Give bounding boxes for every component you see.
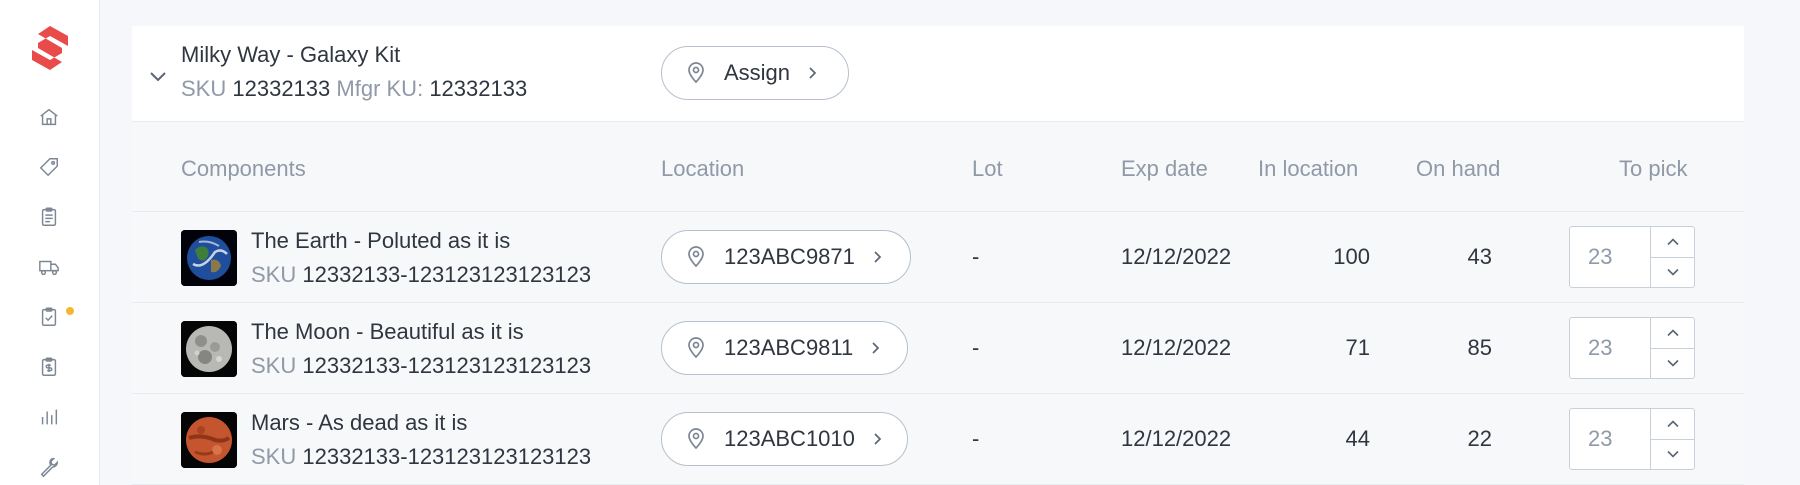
clipboard-dollar-icon[interactable] bbox=[36, 354, 62, 380]
increment-button[interactable] bbox=[1651, 409, 1694, 439]
in-location-value: 71 bbox=[1345, 335, 1370, 360]
lot-value: - bbox=[972, 244, 980, 269]
on-hand-value: 43 bbox=[1467, 244, 1492, 269]
chevron-down-icon bbox=[1666, 360, 1679, 367]
chevron-right-icon bbox=[872, 342, 880, 354]
home-icon[interactable] bbox=[36, 104, 62, 130]
chevron-up-icon bbox=[1666, 238, 1679, 245]
on-hand-value: 22 bbox=[1467, 426, 1492, 451]
decrement-button[interactable] bbox=[1651, 347, 1694, 379]
kit-sku: SKU 12332133 Mfgr KU: 12332133 bbox=[181, 76, 527, 102]
sku-value: 12332133-123123123123123 bbox=[302, 353, 592, 378]
header-components: Components bbox=[181, 156, 306, 181]
header-in-location: In location bbox=[1258, 156, 1359, 181]
clipboard-check-icon[interactable] bbox=[36, 304, 62, 330]
mfgr-label: Mfgr KU: bbox=[336, 76, 424, 101]
decrement-button[interactable] bbox=[1651, 256, 1694, 288]
header-on-hand: On hand bbox=[1416, 156, 1501, 181]
quantity-stepper bbox=[1569, 317, 1695, 379]
chevron-down-icon bbox=[1666, 451, 1679, 458]
notification-dot bbox=[66, 307, 74, 315]
sku-value: 12332133-123123123123123 bbox=[302, 444, 592, 469]
truck-icon[interactable] bbox=[36, 254, 62, 280]
chevron-up-icon bbox=[1666, 329, 1679, 336]
to-pick-input[interactable] bbox=[1570, 227, 1650, 287]
sku-label: SKU bbox=[251, 262, 297, 287]
in-location-value: 100 bbox=[1333, 244, 1370, 269]
chevron-right-icon bbox=[874, 433, 882, 445]
item-sku: SKU 12332133-123123123123123 bbox=[251, 262, 591, 288]
table-row: The Earth - Poluted as it is SKU 1233213… bbox=[132, 212, 1744, 303]
mars-image bbox=[181, 412, 237, 468]
table-header: Components Location Lot Exp date In loca… bbox=[132, 122, 1744, 212]
exp-date-value: 12/12/2022 bbox=[1121, 426, 1232, 451]
sku-label: SKU bbox=[251, 444, 297, 469]
kit-card: Milky Way - Galaxy Kit SKU 12332133 Mfgr… bbox=[132, 26, 1744, 485]
item-sku: SKU 12332133-123123123123123 bbox=[251, 444, 591, 470]
assign-button[interactable]: Assign bbox=[661, 46, 849, 100]
clipboard-icon[interactable] bbox=[36, 204, 62, 230]
chevron-down-icon[interactable] bbox=[146, 64, 170, 88]
moon-image bbox=[181, 321, 237, 377]
item-name: The Moon - Beautiful as it is bbox=[251, 319, 524, 344]
decrement-button[interactable] bbox=[1651, 438, 1694, 470]
quantity-stepper bbox=[1569, 226, 1695, 288]
bar-chart-icon[interactable] bbox=[36, 404, 62, 430]
location-pin-icon bbox=[688, 246, 704, 268]
to-pick-input[interactable] bbox=[1570, 318, 1650, 378]
location-code: 123ABC1010 bbox=[724, 426, 855, 451]
to-pick-input[interactable] bbox=[1570, 409, 1650, 469]
increment-button[interactable] bbox=[1651, 227, 1694, 257]
tag-icon[interactable] bbox=[36, 154, 62, 180]
location-code: 123ABC9811 bbox=[724, 335, 854, 360]
sidebar bbox=[0, 0, 100, 485]
chevron-right-icon bbox=[874, 251, 882, 263]
table-row: The Moon - Beautiful as it is SKU 123321… bbox=[132, 303, 1744, 394]
in-location-value: 44 bbox=[1345, 426, 1370, 451]
sku-value: 12332133 bbox=[232, 76, 331, 101]
header-exp-date: Exp date bbox=[1121, 156, 1208, 181]
assign-label: Assign bbox=[724, 60, 791, 85]
kit-title: Milky Way - Galaxy Kit bbox=[181, 42, 401, 67]
exp-date-value: 12/12/2022 bbox=[1121, 244, 1232, 269]
wrench-icon[interactable] bbox=[36, 454, 62, 480]
exp-date-value: 12/12/2022 bbox=[1121, 335, 1232, 360]
location-pin-icon bbox=[688, 62, 704, 84]
chevron-down-icon bbox=[1666, 269, 1679, 276]
lot-value: - bbox=[972, 426, 980, 451]
location-button[interactable]: 123ABC1010 bbox=[661, 412, 908, 466]
kit-header: Milky Way - Galaxy Kit SKU 12332133 Mfgr… bbox=[132, 26, 1744, 122]
brand-logo[interactable] bbox=[28, 24, 72, 72]
item-name: The Earth - Poluted as it is bbox=[251, 228, 511, 253]
location-pin-icon bbox=[688, 428, 704, 450]
chevron-up-icon bbox=[1666, 420, 1679, 427]
on-hand-value: 85 bbox=[1467, 335, 1492, 360]
sku-label: SKU bbox=[251, 353, 297, 378]
quantity-stepper bbox=[1569, 408, 1695, 470]
sku-value: 12332133-123123123123123 bbox=[302, 262, 592, 287]
header-location: Location bbox=[661, 156, 745, 181]
mfgr-value: 12332133 bbox=[429, 76, 528, 101]
item-sku: SKU 12332133-123123123123123 bbox=[251, 353, 591, 379]
location-button[interactable]: 123ABC9811 bbox=[661, 321, 908, 375]
chevron-right-icon bbox=[809, 67, 817, 79]
table-row: Mars - As dead as it is SKU 12332133-123… bbox=[132, 394, 1744, 485]
location-pin-icon bbox=[688, 337, 704, 359]
item-name: Mars - As dead as it is bbox=[251, 410, 468, 435]
lot-value: - bbox=[972, 335, 980, 360]
location-code: 123ABC9871 bbox=[724, 244, 855, 269]
increment-button[interactable] bbox=[1651, 318, 1694, 348]
sku-label: SKU bbox=[181, 76, 227, 101]
header-lot: Lot bbox=[972, 156, 1003, 181]
earth-image bbox=[181, 230, 237, 286]
location-button[interactable]: 123ABC9871 bbox=[661, 230, 911, 284]
header-to-pick: To pick bbox=[1619, 156, 1688, 181]
